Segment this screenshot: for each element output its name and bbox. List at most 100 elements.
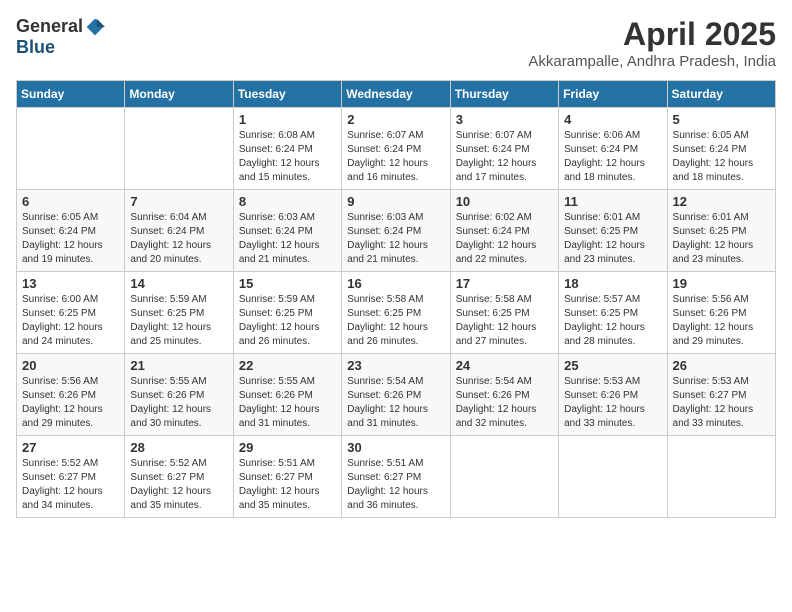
day-number: 7 [130,194,227,209]
calendar-cell: 26Sunrise: 5:53 AM Sunset: 6:27 PM Dayli… [667,354,775,436]
calendar-cell [450,436,558,518]
calendar-cell: 15Sunrise: 5:59 AM Sunset: 6:25 PM Dayli… [233,272,341,354]
day-number: 9 [347,194,444,209]
day-info: Sunrise: 6:04 AM Sunset: 6:24 PM Dayligh… [130,211,227,267]
calendar-cell: 29 Sunrise: 5:51 AM Sunset: 6:27 PM Dayli… [233,436,341,518]
day-info: Sunrise: 6:05 AM Sunset: 6:24 PM Dayligh… [22,211,119,267]
day-number: 22 [239,358,336,373]
logo-blue-text: Blue [16,37,55,58]
calendar-cell: 24 Sunrise: 5:54 AM Sunset: 6:26 PM Dayli… [450,354,558,436]
calendar-cell: 20 Sunrise: 5:56 AM Sunset: 6:26 PM Dayli… [17,354,125,436]
calendar-cell: 30 Sunrise: 5:51 AM Sunset: 6:27 PM Dayli… [342,436,450,518]
day-info: Sunrise: 6:06 AM Sunset: 6:24 PM Dayligh… [564,129,661,185]
location-text: Akkarampalle, Andhra Pradesh, India [528,53,776,70]
day-number: 25 [564,358,661,373]
page-header: General Blue April 2025 Akkarampalle, An… [16,16,776,70]
calendar-cell: 9 Sunrise: 6:03 AM Sunset: 6:24 PM Daylig… [342,190,450,272]
calendar-cell: 21Sunrise: 5:55 AM Sunset: 6:26 PM Dayli… [125,354,233,436]
day-header-wednesday: Wednesday [342,81,450,108]
day-info: Sunrise: 5:58 AM Sunset: 6:25 PM Dayligh… [456,293,553,349]
calendar-cell [559,436,667,518]
day-number: 21 [130,358,227,373]
day-info: Sunrise: 5:58 AM Sunset: 6:25 PM Dayligh… [347,293,444,349]
day-number: 19 [673,276,770,291]
day-info: Sunrise: 5:51 AM Sunset: 6:27 PM Dayligh… [239,457,336,513]
calendar-cell: 6 Sunrise: 6:05 AM Sunset: 6:24 PM Daylig… [17,190,125,272]
day-info: Sunrise: 5:56 AM Sunset: 6:26 PM Dayligh… [22,375,119,431]
calendar-week-5: 27 Sunrise: 5:52 AM Sunset: 6:27 PM Dayli… [17,436,776,518]
day-number: 24 [456,358,553,373]
day-info: Sunrise: 5:59 AM Sunset: 6:25 PM Dayligh… [130,293,227,349]
calendar-cell: 27 Sunrise: 5:52 AM Sunset: 6:27 PM Dayli… [17,436,125,518]
day-header-monday: Monday [125,81,233,108]
calendar-cell [17,108,125,190]
day-number: 8 [239,194,336,209]
calendar-cell: 5 Sunrise: 6:05 AM Sunset: 6:24 PM Daylig… [667,108,775,190]
calendar-cell: 14Sunrise: 5:59 AM Sunset: 6:25 PM Dayli… [125,272,233,354]
calendar-header-row: SundayMondayTuesdayWednesdayThursdayFrid… [17,81,776,108]
day-info: Sunrise: 5:54 AM Sunset: 6:26 PM Dayligh… [347,375,444,431]
day-info: Sunrise: 5:53 AM Sunset: 6:27 PM Dayligh… [673,375,770,431]
day-info: Sunrise: 5:53 AM Sunset: 6:26 PM Dayligh… [564,375,661,431]
calendar-week-1: 1 Sunrise: 6:08 AM Sunset: 6:24 PM Daylig… [17,108,776,190]
calendar-cell: 10 Sunrise: 6:02 AM Sunset: 6:24 PM Dayli… [450,190,558,272]
logo-general-text: General [16,16,83,37]
day-number: 30 [347,440,444,455]
day-info: Sunrise: 5:55 AM Sunset: 6:26 PM Dayligh… [239,375,336,431]
day-info: Sunrise: 5:52 AM Sunset: 6:27 PM Dayligh… [22,457,119,513]
calendar-cell: 11Sunrise: 6:01 AM Sunset: 6:25 PM Dayli… [559,190,667,272]
day-info: Sunrise: 6:02 AM Sunset: 6:24 PM Dayligh… [456,211,553,267]
day-header-friday: Friday [559,81,667,108]
calendar-cell: 1 Sunrise: 6:08 AM Sunset: 6:24 PM Daylig… [233,108,341,190]
calendar-body: 1 Sunrise: 6:08 AM Sunset: 6:24 PM Daylig… [17,108,776,518]
day-info: Sunrise: 6:07 AM Sunset: 6:24 PM Dayligh… [347,129,444,185]
day-number: 12 [673,194,770,209]
day-number: 1 [239,112,336,127]
calendar-cell: 17Sunrise: 5:58 AM Sunset: 6:25 PM Dayli… [450,272,558,354]
day-info: Sunrise: 6:00 AM Sunset: 6:25 PM Dayligh… [22,293,119,349]
day-info: Sunrise: 5:57 AM Sunset: 6:25 PM Dayligh… [564,293,661,349]
day-info: Sunrise: 6:03 AM Sunset: 6:24 PM Dayligh… [347,211,444,267]
day-info: Sunrise: 6:03 AM Sunset: 6:24 PM Dayligh… [239,211,336,267]
calendar-cell: 18 Sunrise: 5:57 AM Sunset: 6:25 PM Dayli… [559,272,667,354]
day-number: 5 [673,112,770,127]
day-info: Sunrise: 6:01 AM Sunset: 6:25 PM Dayligh… [673,211,770,267]
day-number: 4 [564,112,661,127]
day-number: 27 [22,440,119,455]
calendar-cell: 7 Sunrise: 6:04 AM Sunset: 6:24 PM Daylig… [125,190,233,272]
day-info: Sunrise: 5:54 AM Sunset: 6:26 PM Dayligh… [456,375,553,431]
calendar-cell: 25 Sunrise: 5:53 AM Sunset: 6:26 PM Dayli… [559,354,667,436]
calendar-cell: 19 Sunrise: 5:56 AM Sunset: 6:26 PM Dayli… [667,272,775,354]
calendar-cell: 4 Sunrise: 6:06 AM Sunset: 6:24 PM Daylig… [559,108,667,190]
calendar-cell: 28Sunrise: 5:52 AM Sunset: 6:27 PM Dayli… [125,436,233,518]
day-info: Sunrise: 6:08 AM Sunset: 6:24 PM Dayligh… [239,129,336,185]
calendar-cell [125,108,233,190]
day-number: 11 [564,194,661,209]
day-header-saturday: Saturday [667,81,775,108]
calendar-week-3: 13 Sunrise: 6:00 AM Sunset: 6:25 PM Dayli… [17,272,776,354]
calendar-cell: 3Sunrise: 6:07 AM Sunset: 6:24 PM Daylig… [450,108,558,190]
day-info: Sunrise: 5:51 AM Sunset: 6:27 PM Dayligh… [347,457,444,513]
day-number: 20 [22,358,119,373]
day-number: 15 [239,276,336,291]
month-title: April 2025 [528,16,776,53]
calendar-cell: 8 Sunrise: 6:03 AM Sunset: 6:24 PM Daylig… [233,190,341,272]
day-number: 13 [22,276,119,291]
day-number: 6 [22,194,119,209]
calendar-table: SundayMondayTuesdayWednesdayThursdayFrid… [16,80,776,518]
day-info: Sunrise: 5:56 AM Sunset: 6:26 PM Dayligh… [673,293,770,349]
day-number: 10 [456,194,553,209]
calendar-cell: 13 Sunrise: 6:00 AM Sunset: 6:25 PM Dayli… [17,272,125,354]
day-info: Sunrise: 6:05 AM Sunset: 6:24 PM Dayligh… [673,129,770,185]
day-number: 23 [347,358,444,373]
calendar-cell: 22 Sunrise: 5:55 AM Sunset: 6:26 PM Dayli… [233,354,341,436]
calendar-cell [667,436,775,518]
day-number: 18 [564,276,661,291]
calendar-cell: 23 Sunrise: 5:54 AM Sunset: 6:26 PM Dayli… [342,354,450,436]
day-number: 29 [239,440,336,455]
logo: General Blue [16,16,105,58]
calendar-cell: 12 Sunrise: 6:01 AM Sunset: 6:25 PM Dayli… [667,190,775,272]
day-number: 28 [130,440,227,455]
day-number: 16 [347,276,444,291]
day-header-tuesday: Tuesday [233,81,341,108]
